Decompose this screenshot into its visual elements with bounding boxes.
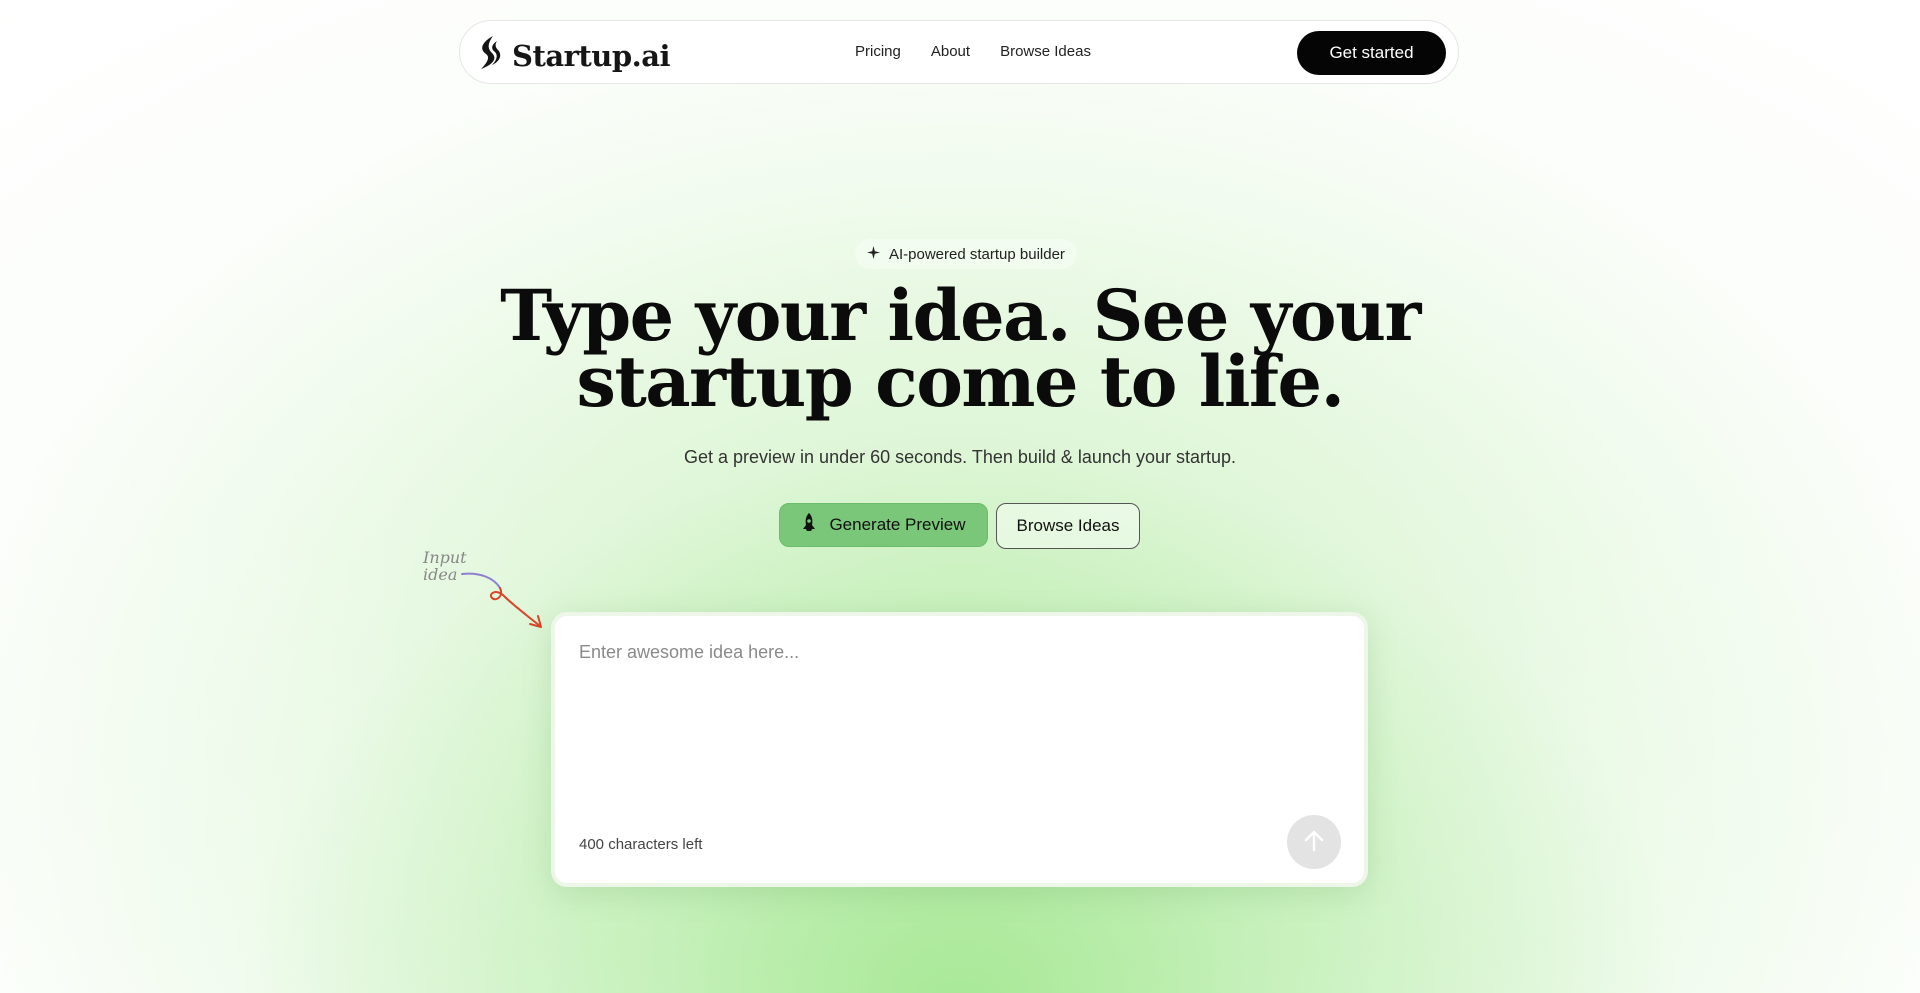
generate-preview-label: Generate Preview [829,515,966,534]
arrow-up-icon [1302,829,1326,856]
get-started-button[interactable]: Get started [1297,31,1446,75]
nav-link-pricing[interactable]: Pricing [855,43,901,60]
curved-arrow-icon [461,572,542,628]
brand-name: Startup.ai [512,38,671,73]
hero-actions: Generate Preview Browse Ideas [779,503,1140,549]
brand[interactable]: Startup.ai [476,35,671,76]
idea-input[interactable] [579,642,1339,792]
ai-badge: AI-powered startup builder [855,239,1077,269]
nav-link-about[interactable]: About [931,43,970,60]
nav-links: Pricing About Browse Ideas [855,43,1091,60]
flame-logo-icon [476,35,502,76]
page-title: Type your idea. See your startup come to… [0,281,1920,417]
idea-input-card: 400 characters left [551,612,1368,887]
hint-line-1: Input [423,548,467,567]
badge-label: AI-powered startup builder [889,245,1065,263]
rocket-icon [801,512,817,538]
top-nav: Startup.ai Pricing About Browse Ideas Ge… [459,20,1459,84]
sparkle-icon [867,245,880,263]
submit-idea-button[interactable] [1287,815,1341,869]
browse-ideas-button[interactable]: Browse Ideas [996,503,1140,549]
nav-link-browse-ideas[interactable]: Browse Ideas [1000,43,1091,60]
subheadline: Get a preview in under 60 seconds. Then … [684,447,1236,467]
character-counter: 400 characters left [579,836,703,853]
headline-line-2: startup come to life. [576,340,1345,423]
generate-preview-button[interactable]: Generate Preview [779,503,988,547]
